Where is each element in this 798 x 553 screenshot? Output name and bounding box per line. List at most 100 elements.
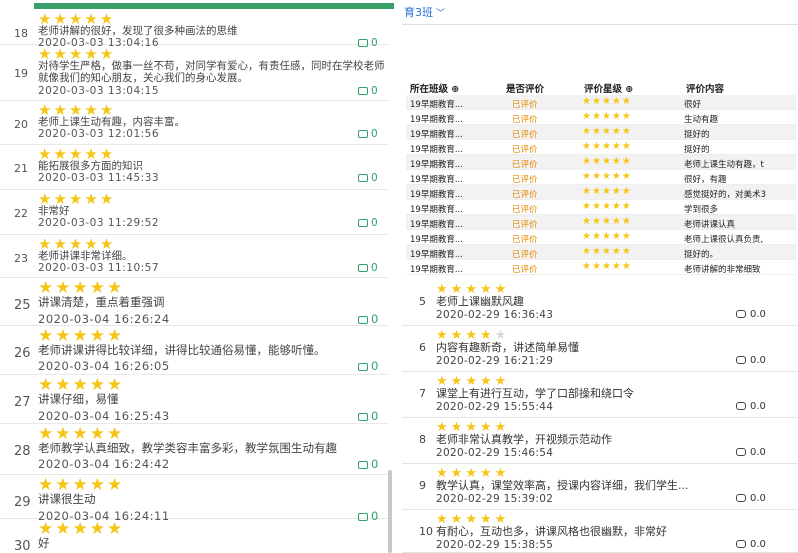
star-icon: ★ xyxy=(582,141,592,152)
review-item: ★★★★★ 28 老师教学认真细致，教学类容丰富多彩，教学氛围生动有趣 2020-03… xyxy=(0,424,388,475)
review-item: ★★★★★ 23 老师讲课非常详细。 2020-03-03 11:10:57 0 xyxy=(0,235,388,278)
item-number: 25 xyxy=(14,298,31,313)
star-icon: ★ xyxy=(611,246,622,257)
item-number: 18 xyxy=(14,27,28,40)
comment-button[interactable]: 0 xyxy=(358,217,378,229)
cell-content: 挺好的。 xyxy=(684,250,719,260)
review-date: 2020-03-04 16:24:42 xyxy=(38,457,170,471)
table-row[interactable]: 19早期教育... 已评价 ★★★★★ 老师讲课认真 xyxy=(406,215,796,230)
review-item: ★★★★★ 27 讲课仔细，易懂 2020-03-04 16:25:43 0 xyxy=(0,375,388,424)
comment-button[interactable]: 0.0 xyxy=(736,447,766,458)
star-icon: ★ xyxy=(621,216,632,227)
cell-content: 挺好的 xyxy=(684,145,710,155)
cell-content: 老师讲解的非常细致 xyxy=(684,265,761,275)
table-row[interactable]: 19早期教育... 已评价 ★★★★★ 老师上课生动有趣，t xyxy=(406,155,796,170)
comment-button[interactable]: 0 xyxy=(358,457,378,471)
comment-button[interactable]: 0 xyxy=(358,172,378,184)
star-icon: ★ xyxy=(611,156,622,167)
header-star-rating[interactable]: 评价星级 ⊕ xyxy=(584,81,633,95)
table-row[interactable]: 19早期教育... 已评价 ★★★★★ 老师讲解的非常细致 xyxy=(406,260,796,275)
table-row[interactable]: 19早期教育... 已评价 ★★★★★ 很好，有趣 xyxy=(406,170,796,185)
cell-stars: ★★★★★ xyxy=(582,171,674,182)
star-icon: ★ xyxy=(621,171,632,182)
star-icon: ★ xyxy=(582,156,592,167)
table-row[interactable]: 19早期教育... 已评价 ★★★★★ 感觉挺好的，对美术3 xyxy=(406,185,796,200)
review-item: ★★★★★ 19 对待学生严格，做事一丝不苟，对同学有爱心，有责任感，同时在学校老师… xyxy=(0,45,388,101)
review-item: ★★★★★ 8 老师非常认真教学，开视频示范动作 2020-02-29 15:46:5… xyxy=(402,418,798,464)
review-date: 2020-02-29 15:38:55 xyxy=(436,539,554,551)
review-text: 有耐心，互动也多，讲课风格也很幽默，非常好 xyxy=(436,525,667,538)
comment-icon xyxy=(736,310,746,318)
comment-button[interactable]: 0 xyxy=(358,312,378,326)
comment-button[interactable]: 0 xyxy=(358,359,378,373)
star-icon: ★ xyxy=(611,111,622,122)
review-item: ★★★★★ 7 课堂上有进行互动，学了口部操和绕口令 2020-02-29 15:55… xyxy=(402,372,798,418)
review-item: ★★★★★ 30 好 xyxy=(0,519,388,553)
table-row[interactable]: 19早期教育... 已评价 ★★★★★ 生动有趣 xyxy=(406,110,796,125)
item-number: 30 xyxy=(14,539,31,553)
item-number: 7 xyxy=(419,387,426,400)
star-icon: ★ xyxy=(591,231,602,242)
chevron-down-icon: ﹀ xyxy=(436,9,446,19)
review-item: ★★★★★ 6 内容有趣新奇，讲述简单易懂 2020-02-29 16:21:29 0.… xyxy=(402,326,798,372)
cell-stars: ★★★★★ xyxy=(582,96,674,107)
cell-stars: ★★★★★ xyxy=(582,156,674,167)
cell-class: 19早期教育... xyxy=(410,130,463,140)
table-row[interactable]: 19早期教育... 已评价 ★★★★★ 学到很多 xyxy=(406,200,796,215)
star-icon: ★ xyxy=(611,141,622,152)
comment-count: 0 xyxy=(371,262,378,274)
review-text: 非常好 xyxy=(38,205,70,217)
cell-content: 感觉挺好的，对美术3 xyxy=(684,190,766,200)
header-content: 评价内容 xyxy=(686,84,725,95)
item-number: 23 xyxy=(14,252,28,265)
star-icon: ★ xyxy=(621,201,632,212)
review-date: 2020-02-29 15:39:02 xyxy=(436,493,554,505)
star-icon: ★ xyxy=(601,216,612,227)
star-icon: ★ xyxy=(591,201,602,212)
star-icon: ★ xyxy=(55,519,73,539)
star-icon: ★ xyxy=(611,201,622,212)
table-row[interactable]: 19早期教育... 已评价 ★★★★★ 很好 xyxy=(406,95,796,110)
comment-button[interactable]: 0.0 xyxy=(736,539,766,550)
cell-class: 19早期教育... xyxy=(410,160,463,170)
star-icon: ★ xyxy=(591,171,602,182)
star-icon: ★ xyxy=(591,186,602,197)
review-date: 2020-03-03 11:29:52 xyxy=(38,217,160,229)
comment-button[interactable]: 0.0 xyxy=(736,493,766,504)
table-row[interactable]: 19早期教育... 已评价 ★★★★★ 挺好的 xyxy=(406,125,796,140)
scrollbar[interactable] xyxy=(388,470,392,553)
item-number: 29 xyxy=(14,495,31,510)
comment-button[interactable]: 0 xyxy=(358,262,378,274)
table-row[interactable]: 19早期教育... 已评价 ★★★★★ 老师上课很认真负责, xyxy=(406,230,796,245)
comment-count: 0 xyxy=(371,85,378,97)
comment-button[interactable]: 0.0 xyxy=(736,309,766,320)
comment-icon xyxy=(358,461,368,469)
class-selector[interactable]: 育3班 ﹀ xyxy=(404,4,445,20)
star-icon: ★ xyxy=(582,231,592,242)
review-date: 2020-03-04 16:26:24 xyxy=(38,312,170,326)
comment-button[interactable]: 0.0 xyxy=(736,355,766,366)
cell-stars: ★★★★★ xyxy=(582,186,674,197)
rating-stars: ★★★★★ xyxy=(38,521,124,538)
comment-icon xyxy=(358,130,368,138)
review-date: 2020-03-03 11:45:33 xyxy=(38,172,160,184)
comment-button[interactable]: 0 xyxy=(358,85,378,97)
cell-status: 已评价 xyxy=(512,205,538,215)
cell-status: 已评价 xyxy=(512,250,538,260)
table-row[interactable]: 19早期教育... 已评价 ★★★★★ 挺好的 xyxy=(406,140,796,155)
review-text: 老师上课生动有趣，内容丰富。 xyxy=(38,116,185,128)
comment-icon xyxy=(358,316,368,324)
comment-button[interactable]: 0 xyxy=(358,409,378,423)
comment-button[interactable]: 0.0 xyxy=(736,401,766,412)
table-row[interactable]: 19早期教育... 已评价 ★★★★★ 挺好的。 xyxy=(406,245,796,260)
header-class[interactable]: 所在班级 ⊕ xyxy=(410,81,504,95)
star-icon: ★ xyxy=(601,231,612,242)
star-icon: ★ xyxy=(611,171,622,182)
review-item: ★★★★★ 10 有耐心，互动也多，讲课风格也很幽默，非常好 2020-02-29 1… xyxy=(402,510,798,553)
cell-content: 老师上课很认真负责, xyxy=(684,235,764,245)
cell-class: 19早期教育... xyxy=(410,115,463,125)
comment-button[interactable]: 0 xyxy=(358,128,378,140)
star-icon: ★ xyxy=(582,246,592,257)
item-number: 26 xyxy=(14,346,31,361)
cell-stars: ★★★★★ xyxy=(582,201,674,212)
